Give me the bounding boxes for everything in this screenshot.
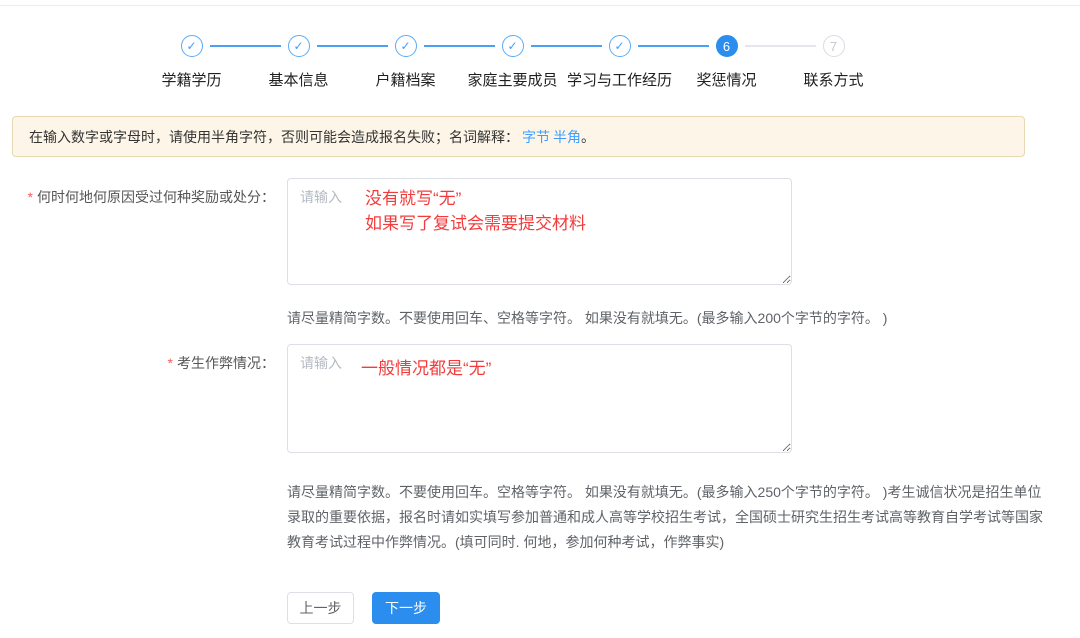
rewards-helper-text: 请尽量精简字数。不要使用回车、空格等字符。 如果没有就填无。(最多输入200个字… <box>287 306 1045 331</box>
step-2: ✓ 基本信息 <box>245 35 352 90</box>
rewards-punishments-row: *何时何地何原因受过何种奖励或处分： 没有就写“无” 如果写了复试会需要提交材料… <box>0 178 1045 331</box>
step-2-label: 基本信息 <box>268 69 328 90</box>
step-5-label: 学习与工作经历 <box>567 69 672 90</box>
top-divider <box>0 5 1080 6</box>
step-7-number: 7 <box>823 35 845 57</box>
cheating-helper-text: 请尽量精简字数。不要使用回车。空格等字符。 如果没有就填无。(最多输入250个字… <box>287 480 1045 555</box>
check-icon: ✓ <box>609 35 631 57</box>
cheating-record-textarea[interactable] <box>287 344 792 453</box>
step-6-number: 6 <box>716 35 738 57</box>
step-1-label: 学籍学历 <box>161 69 221 90</box>
check-icon: ✓ <box>181 35 203 57</box>
byte-definition-link[interactable]: 字节 <box>522 127 550 147</box>
step-1: ✓ 学籍学历 <box>138 35 245 90</box>
rewards-punishments-textarea[interactable] <box>287 178 792 285</box>
check-icon: ✓ <box>395 35 417 57</box>
notice-banner: 在输入数字或字母时，请使用半角字符，否则可能会造成报名失败；名词解释：字节半角。 <box>12 116 1025 157</box>
step-5: ✓ 学习与工作经历 <box>566 35 673 90</box>
step-6-label: 奖惩情况 <box>696 69 756 90</box>
step-3: ✓ 户籍档案 <box>352 35 459 90</box>
step-3-label: 户籍档案 <box>375 69 435 90</box>
step-6-current: 6 奖惩情况 <box>673 35 780 90</box>
cheating-record-row: *考生作弊情况： 一般情况都是“无” 请尽量精简字数。不要使用回车。空格等字符。… <box>0 344 1045 555</box>
progress-stepper: ✓ 学籍学历 ✓ 基本信息 ✓ 户籍档案 ✓ 家庭主要成员 ✓ 学习与工作经历 … <box>138 35 887 90</box>
step-4-label: 家庭主要成员 <box>467 69 557 90</box>
required-asterisk: * <box>168 355 173 371</box>
wizard-buttons: 上一步 下一步 <box>287 592 440 624</box>
notice-text: 在输入数字或字母时，请使用半角字符，否则可能会造成报名失败；名词解释： <box>29 127 519 147</box>
required-asterisk: * <box>28 189 33 205</box>
step-4: ✓ 家庭主要成员 <box>459 35 566 90</box>
notice-text-end: 。 <box>581 127 595 147</box>
check-icon: ✓ <box>288 35 310 57</box>
step-7: 7 联系方式 <box>780 35 887 90</box>
halfwidth-definition-link[interactable]: 半角 <box>553 127 581 147</box>
cheating-record-label: *考生作弊情况： <box>0 344 275 373</box>
rewards-punishments-label: *何时何地何原因受过何种奖励或处分： <box>0 178 275 207</box>
next-step-button[interactable]: 下一步 <box>372 592 440 624</box>
step-7-label: 联系方式 <box>803 69 863 90</box>
previous-step-button[interactable]: 上一步 <box>287 592 354 624</box>
check-icon: ✓ <box>502 35 524 57</box>
